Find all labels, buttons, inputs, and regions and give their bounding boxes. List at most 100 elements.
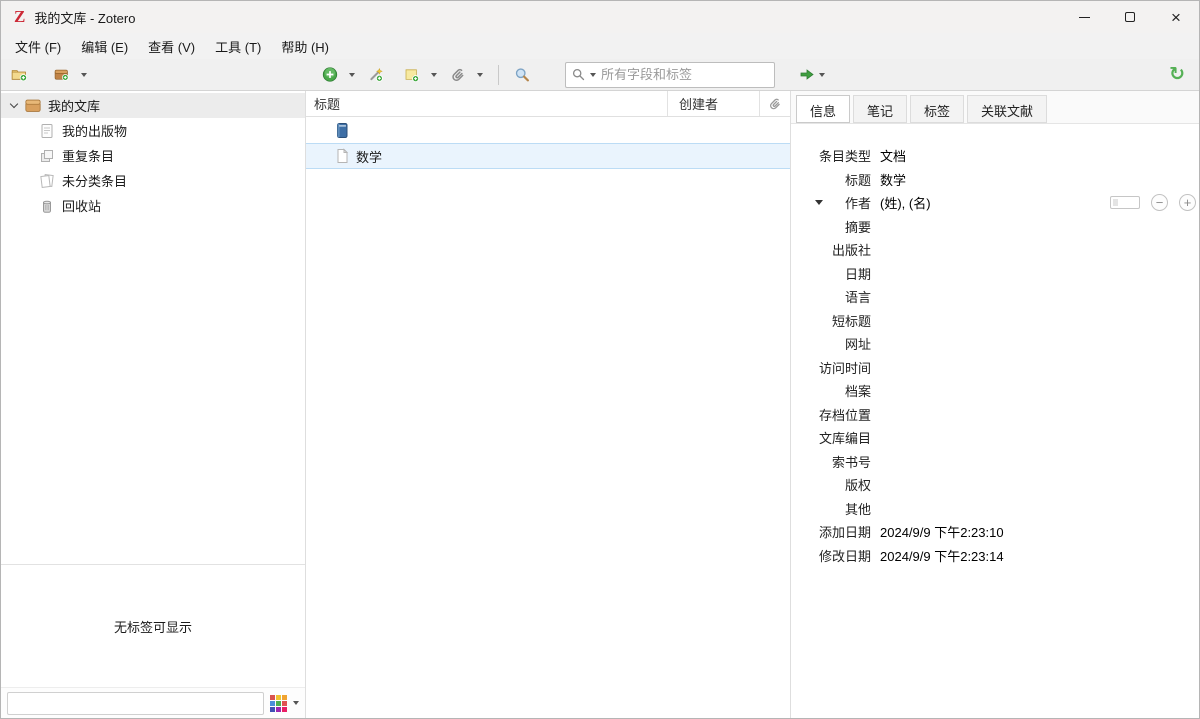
detail-tab[interactable]: 标签 [910,95,964,123]
advanced-search-button[interactable] [514,67,537,83]
close-button[interactable]: × [1153,1,1199,33]
menu-item[interactable]: 文件 (F) [5,34,71,59]
new-collection-icon [11,67,27,83]
collections-tree: 我的文库 我的出版物重复条目未分类条目回收站 [1,91,305,564]
field-label: 短标题 [791,311,871,330]
main-content: 我的文库 我的出版物重复条目未分类条目回收站 无标签可显示 标题 创建者 [1,91,1199,718]
field-label: 版权 [791,475,871,494]
sidebar-item-label: 我的出版物 [62,121,127,140]
sidebar-item[interactable]: 回收站 [1,193,305,218]
field-row: 档案 [791,379,1199,403]
tag-filter-input[interactable] [7,692,264,715]
detail-tab[interactable]: 关联文献 [967,95,1047,123]
field-label: 存档位置 [791,405,871,424]
field-value[interactable]: 文档 [871,146,906,165]
paperclip-icon [450,67,466,83]
add-by-identifier-button[interactable] [368,67,391,83]
field-row: 摘要 [791,215,1199,239]
chevron-down-icon [819,73,825,77]
quick-search-box [565,62,775,88]
tag-color-grid-icon[interactable] [270,695,287,712]
search-input[interactable] [601,67,768,82]
new-note-button[interactable] [404,67,437,83]
table-row[interactable] [306,117,790,143]
chevron-down-icon [349,73,355,77]
maximize-icon [1125,12,1135,22]
publications-icon [39,123,55,139]
maximize-button[interactable] [1107,1,1153,33]
item-details-pane: 信息笔记标签关联文献 条目类型文档标题数学作者(姓), (名)−+摘要出版社日期… [791,91,1199,718]
tag-selector-footer [1,687,305,718]
field-value[interactable]: 2024/9/9 下午2:23:10 [871,522,1004,541]
field-label: 作者 [791,193,871,212]
column-header-creator[interactable]: 创建者 [667,91,759,116]
field-row: 作者(姓), (名) −+ [791,191,1199,215]
remove-creator-button[interactable]: − [1151,194,1168,211]
toolbar: ↻ [1,59,1199,91]
creator-type-caret-icon[interactable] [815,200,823,205]
field-row: 语言 [791,285,1199,309]
column-header-attachment[interactable] [759,91,790,116]
field-label: 语言 [791,287,871,306]
sidebar-item-my-library[interactable]: 我的文库 [1,93,305,118]
items-list-header: 标题 创建者 [306,91,790,117]
new-library-button[interactable] [54,67,87,83]
field-value[interactable]: 2024/9/9 下午2:23:14 [871,546,1004,565]
menu-item[interactable]: 工具 (T) [205,34,271,59]
detail-tab[interactable]: 笔记 [853,95,907,123]
new-item-button[interactable] [322,67,355,83]
expand-chevron-icon[interactable] [10,100,18,108]
minimize-button[interactable] [1061,1,1107,33]
duplicates-icon [39,148,55,164]
field-row: 访问时间 [791,356,1199,380]
tag-options-caret-icon[interactable] [293,701,299,705]
creator-controls: −+ [1110,194,1196,211]
field-label: 日期 [791,264,871,283]
field-label: 修改日期 [791,546,871,565]
field-label: 标题 [791,170,871,189]
toolbar-center-group [306,65,537,85]
minimize-icon [1079,17,1090,18]
items-pane: 标题 创建者 数学 [306,91,791,718]
add-creator-button[interactable]: + [1179,194,1196,211]
field-value[interactable]: 数学 [871,170,906,189]
field-label: 索书号 [791,452,871,471]
menu-item[interactable]: 查看 (V) [138,34,205,59]
sidebar-item[interactable]: 重复条目 [1,143,305,168]
menu-item[interactable]: 帮助 (H) [271,34,339,59]
field-row: 存档位置 [791,403,1199,427]
toolbar-separator [498,65,499,85]
tag-empty-message: 无标签可显示 [1,565,305,687]
field-row: 文库编目 [791,426,1199,450]
field-row: 索书号 [791,450,1199,474]
field-label: 出版社 [791,240,871,259]
field-row: 添加日期2024/9/9 下午2:23:10 [791,520,1199,544]
locate-button[interactable] [799,67,825,82]
new-item-icon [322,67,338,83]
item-title: 数学 [356,147,382,166]
table-row[interactable]: 数学 [306,143,790,169]
sync-button[interactable]: ↻ [1169,65,1185,84]
locate-arrow-icon [799,67,815,82]
attachment-icon [768,97,782,111]
search-scope-caret-icon[interactable] [590,73,596,77]
field-row: 出版社 [791,238,1199,262]
menu-item[interactable]: 编辑 (E) [71,34,138,59]
field-value[interactable]: (姓), (名) [871,193,931,212]
sidebar-item-label: 未分类条目 [62,171,127,190]
field-label: 条目类型 [791,146,871,165]
new-library-icon [54,67,70,83]
document-icon [334,148,350,164]
detail-fields: 条目类型文档标题数学作者(姓), (名)−+摘要出版社日期语言短标题网址访问时间… [791,144,1199,567]
field-label: 档案 [791,381,871,400]
new-collection-button[interactable] [11,67,34,83]
field-row: 标题数学 [791,168,1199,192]
switch-creator-fields-button[interactable] [1110,196,1140,209]
close-icon: × [1171,9,1181,26]
column-header-title[interactable]: 标题 [306,91,667,116]
sidebar-item-label: 重复条目 [62,146,114,165]
add-attachment-button[interactable] [450,67,483,83]
sidebar-item[interactable]: 未分类条目 [1,168,305,193]
detail-tab[interactable]: 信息 [796,95,850,123]
sidebar-item[interactable]: 我的出版物 [1,118,305,143]
